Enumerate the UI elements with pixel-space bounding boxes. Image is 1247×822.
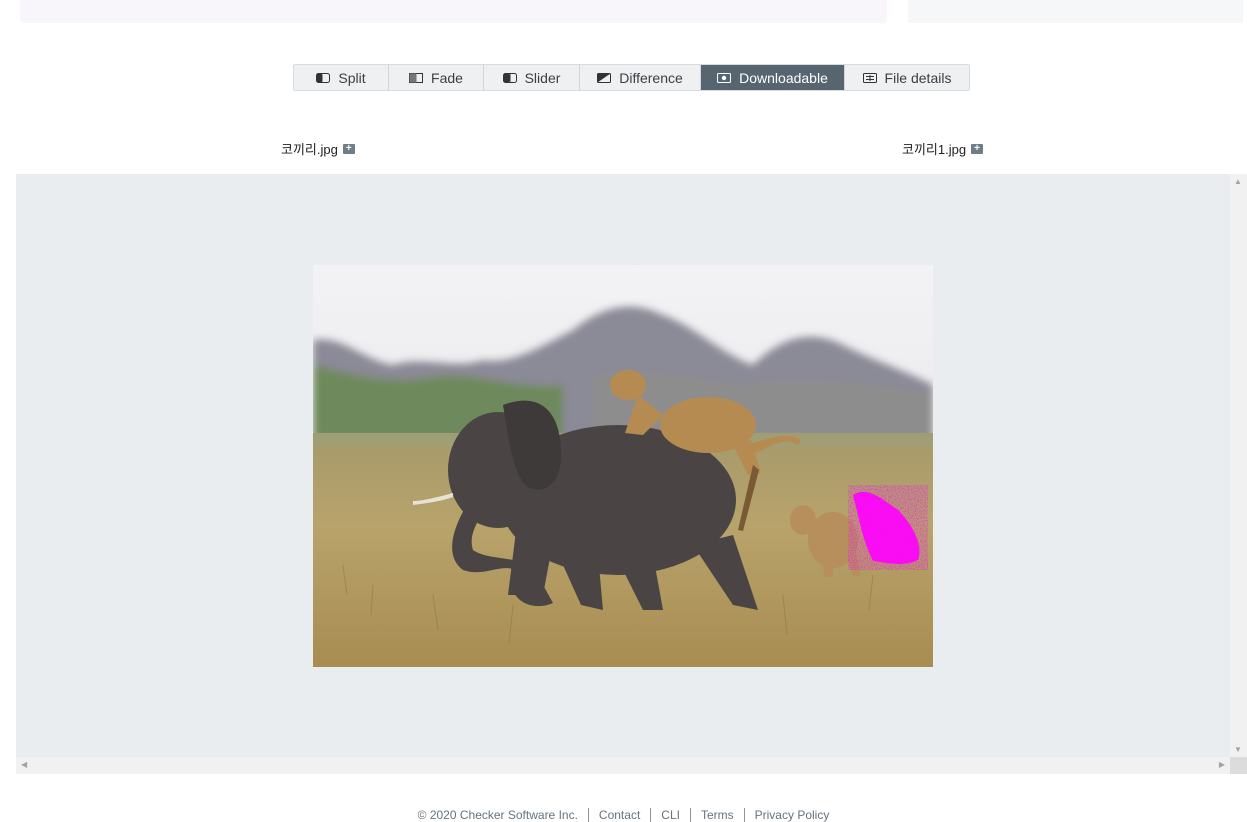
split-icon	[316, 72, 331, 83]
footer-divider	[587, 808, 589, 822]
footer-divider	[650, 808, 652, 822]
add-file-icon[interactable]: +	[971, 143, 984, 154]
footer-copyright: © 2020 Checker Software Inc.	[417, 808, 578, 822]
horizontal-scrollbar[interactable]: ◀ ▶	[16, 757, 1230, 774]
tab-file-details-label: File details	[884, 69, 952, 86]
footer-link-cli[interactable]: CLI	[661, 808, 680, 822]
footer-link-terms[interactable]: Terms	[701, 808, 734, 822]
right-file-label: 코끼리1.jpg +	[902, 139, 984, 158]
right-file-name: 코끼리1.jpg	[902, 142, 967, 157]
scroll-right-icon[interactable]: ▶	[1219, 760, 1225, 769]
footer-link-privacy-policy[interactable]: Privacy Policy	[755, 808, 830, 822]
tab-file-details[interactable]: File details	[845, 65, 969, 90]
tab-downloadable-label: Downloadable	[739, 69, 828, 86]
tab-fade[interactable]: Fade	[389, 65, 484, 90]
left-file-name: 코끼리.jpg	[281, 142, 338, 157]
vertical-scrollbar[interactable]: ▲ ▼	[1230, 174, 1247, 757]
difference-icon	[597, 72, 612, 83]
add-file-icon[interactable]: +	[342, 143, 355, 154]
tab-fade-label: Fade	[431, 69, 463, 86]
view-mode-toolbar: Split Fade Slider Difference Downloadabl…	[293, 64, 970, 91]
top-right-panel	[908, 0, 1243, 23]
scrollbar-corner	[1230, 757, 1247, 774]
footer-divider	[689, 808, 691, 822]
tab-difference-label: Difference	[619, 69, 683, 86]
footer: © 2020 Checker Software Inc. Contact CLI…	[0, 808, 1247, 822]
scroll-down-icon[interactable]: ▼	[1234, 745, 1242, 754]
fade-icon	[409, 72, 424, 83]
scroll-up-icon[interactable]: ▲	[1234, 177, 1242, 186]
scroll-left-icon[interactable]: ◀	[21, 760, 27, 769]
tab-slider-label: Slider	[524, 69, 561, 86]
image-viewer[interactable]: ▲ ▼ ◀ ▶	[16, 174, 1247, 774]
left-file-label: 코끼리.jpg +	[281, 139, 355, 158]
top-left-panel	[20, 0, 887, 23]
downloadable-icon	[717, 72, 732, 83]
file-details-icon	[862, 72, 877, 83]
tab-split[interactable]: Split	[294, 65, 389, 90]
elephant-with-lions-photo	[313, 265, 933, 667]
footer-divider	[743, 808, 745, 822]
footer-link-contact[interactable]: Contact	[599, 808, 640, 822]
tab-difference[interactable]: Difference	[580, 65, 701, 90]
tab-slider[interactable]: Slider	[484, 65, 580, 90]
tab-split-label: Split	[338, 69, 366, 86]
slider-icon	[502, 72, 517, 83]
tab-downloadable[interactable]: Downloadable	[701, 65, 845, 90]
